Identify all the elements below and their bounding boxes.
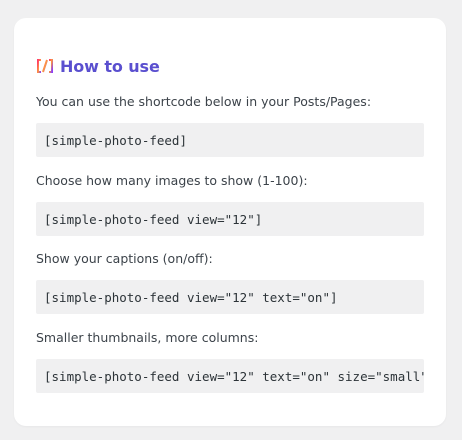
section-label-view: Choose how many images to show (1-100): [36,173,308,188]
shortcode-captions[interactable]: [simple-photo-feed view="12" text="on"] [36,280,424,314]
shortcode-brackets-icon [37,59,53,73]
how-to-use-card: How to use You can use the shortcode bel… [14,18,446,426]
section-label-size: Smaller thumbnails, more columns: [36,330,259,345]
panel-heading: How to use [36,55,160,77]
shortcode-basic[interactable]: [simple-photo-feed] [36,123,424,157]
section-label-basic: You can use the shortcode below in your … [36,94,372,109]
panel-title: How to use [60,56,160,76]
shortcode-size[interactable]: [simple-photo-feed view="12" text="on" s… [36,359,424,393]
section-label-captions: Show your captions (on/off): [36,251,213,266]
shortcode-view[interactable]: [simple-photo-feed view="12"] [36,202,424,236]
